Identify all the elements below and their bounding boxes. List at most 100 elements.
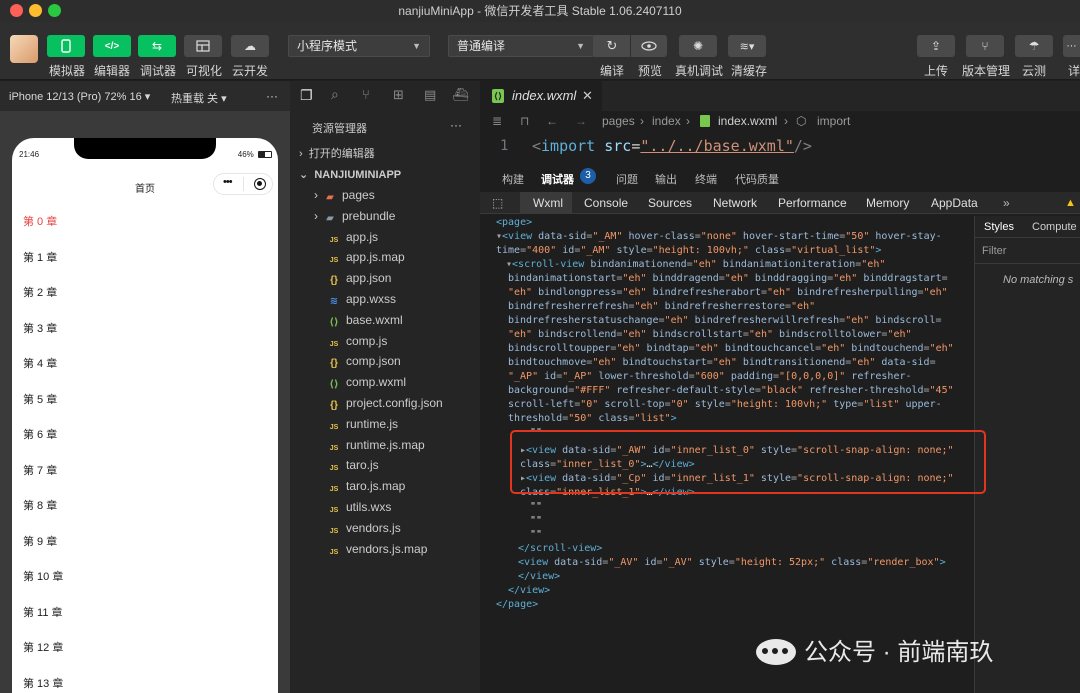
node-text[interactable]: "" xyxy=(530,528,542,542)
open-editors-section[interactable]: › 打开的编辑器 xyxy=(299,144,375,164)
debugger-toggle-button[interactable]: ⇆ xyxy=(138,35,176,57)
styles-filter[interactable]: Filter xyxy=(975,238,1080,264)
file-item[interactable]: JS app.js xyxy=(328,227,378,247)
tab-problems[interactable]: 问题 xyxy=(616,171,638,187)
node-scroll-view[interactable]: ▾<scroll-view bindanimationend="eh" bind… xyxy=(506,258,885,272)
file-item[interactable]: {} app.json xyxy=(328,268,391,288)
simulator-more-button[interactable]: ··· xyxy=(266,89,278,103)
chapter-item[interactable]: 第 5 章 xyxy=(23,391,57,407)
avatar[interactable] xyxy=(10,35,38,63)
bookmark-icon[interactable]: ⊓ xyxy=(520,111,529,131)
extensions-icon[interactable]: ⊞ xyxy=(393,87,404,103)
node-page-close[interactable]: </page> xyxy=(496,598,538,612)
editor-toggle-button[interactable]: </> xyxy=(93,35,131,57)
node-view-close[interactable]: </view> xyxy=(508,584,550,598)
files-icon[interactable]: ❐ xyxy=(300,87,313,104)
breadcrumb-file[interactable]: index.wxml xyxy=(718,111,777,131)
file-item[interactable]: ≋ app.wxss xyxy=(328,289,396,309)
hot-reload-select[interactable]: 热重载 关 ▾ xyxy=(171,90,227,106)
subtab-console[interactable]: Console xyxy=(584,192,628,214)
tab-build[interactable]: 构建 xyxy=(502,171,524,187)
file-item[interactable]: JS runtime.js xyxy=(328,414,398,434)
close-miniapp-icon[interactable] xyxy=(254,178,266,190)
file-item[interactable]: JS utils.wxs xyxy=(328,497,392,517)
node-page-open[interactable]: <page> xyxy=(496,216,532,230)
node-view-virtual-list[interactable]: ▾<view data-sid="_AM" hover-class="none"… xyxy=(496,230,942,244)
chapter-item[interactable]: 第 13 章 xyxy=(23,675,63,691)
breadcrumb-symbol[interactable]: import xyxy=(817,111,850,131)
chapter-item[interactable]: 第 0 章 xyxy=(23,213,57,229)
chapter-item[interactable]: 第 3 章 xyxy=(23,320,57,336)
explorer-more-button[interactable]: ··· xyxy=(450,118,462,132)
subtab-memory[interactable]: Memory xyxy=(866,192,909,214)
chapter-item[interactable]: 第 11 章 xyxy=(23,604,63,620)
chapter-item[interactable]: 第 6 章 xyxy=(23,426,57,442)
visual-toggle-button[interactable] xyxy=(184,35,222,57)
file-item[interactable]: JS vendors.js.map xyxy=(328,539,428,559)
compile-button[interactable]: ↻ xyxy=(594,35,630,57)
subtab-performance[interactable]: Performance xyxy=(778,192,847,214)
warning-icon[interactable]: ▲ xyxy=(1065,192,1076,214)
file-item[interactable]: JS comp.js xyxy=(328,331,388,351)
details-button[interactable]: ⋯ xyxy=(1063,35,1080,57)
node-text[interactable]: "" xyxy=(530,514,542,528)
minimize-window-button[interactable] xyxy=(29,4,42,17)
real-device-debug-button[interactable]: ✺ xyxy=(679,35,717,57)
subtab-appdata[interactable]: AppData xyxy=(931,192,978,214)
preview-button[interactable] xyxy=(631,35,667,57)
file-item[interactable]: › ▰ pages xyxy=(314,185,375,205)
storage-icon[interactable]: ▤ xyxy=(424,87,436,103)
version-button[interactable]: ⑂ xyxy=(966,35,1004,57)
chapter-item[interactable]: 第 2 章 xyxy=(23,284,57,300)
node-view-close[interactable]: </view> xyxy=(518,570,560,584)
chapter-item[interactable]: 第 8 章 xyxy=(23,497,57,513)
zoom-window-button[interactable] xyxy=(48,4,61,17)
overflow-icon[interactable]: » xyxy=(1003,192,1010,214)
chapter-item[interactable]: 第 10 章 xyxy=(23,568,63,584)
code-text[interactable]: <import src="../../base.wxml"/> xyxy=(532,133,812,159)
file-item[interactable]: ⟨⟩ base.wxml xyxy=(328,310,402,330)
tab-computed[interactable]: Compute xyxy=(1032,221,1077,233)
chapter-item[interactable]: 第 1 章 xyxy=(23,249,57,265)
file-item[interactable]: JS app.js.map xyxy=(328,247,405,267)
filter-input[interactable]: Filter xyxy=(982,245,1006,257)
more-dots-icon[interactable]: ••• xyxy=(223,176,233,188)
list-icon[interactable]: ≣ xyxy=(492,111,502,131)
back-arrow-icon[interactable]: ← xyxy=(546,111,558,131)
mode-select[interactable]: 小程序模式 ▼ xyxy=(288,35,430,57)
capsule-menu[interactable]: ••• xyxy=(213,173,273,195)
clear-cache-button[interactable]: ≋▾ xyxy=(728,35,766,57)
subtab-network[interactable]: Network xyxy=(713,192,757,214)
chapter-item[interactable]: 第 7 章 xyxy=(23,462,57,478)
simulator-toggle-button[interactable] xyxy=(47,35,85,57)
breadcrumb-index[interactable]: index xyxy=(652,111,681,131)
forward-arrow-icon[interactable]: → xyxy=(575,111,587,131)
file-item[interactable]: {} comp.json xyxy=(328,351,401,371)
file-item[interactable]: JS taro.js.map xyxy=(328,476,406,496)
chapter-item[interactable]: 第 4 章 xyxy=(23,355,57,371)
tab-index-wxml[interactable]: ⟨⟩ index.wxml ✕ xyxy=(480,81,602,111)
breadcrumb-pages[interactable]: pages xyxy=(602,111,635,131)
tab-terminal[interactable]: 终端 xyxy=(695,171,717,187)
project-section[interactable]: ⌄ NANJIUMINIAPP xyxy=(299,165,401,185)
search-icon[interactable]: ⌕ xyxy=(331,86,339,103)
code-line[interactable]: 1 <import src="../../base.wxml"/> xyxy=(480,133,1080,159)
node-view-render-box[interactable]: <view data-sid="_AV" id="_AV" style="hei… xyxy=(518,556,946,570)
close-window-button[interactable] xyxy=(10,4,23,17)
subtab-wxml-active[interactable]: Wxml xyxy=(520,192,572,214)
source-control-icon[interactable]: ⑂ xyxy=(362,87,370,102)
tab-output[interactable]: 输出 xyxy=(655,171,677,187)
subtab-sources[interactable]: Sources xyxy=(648,192,692,214)
file-item[interactable]: JS vendors.js xyxy=(328,518,401,538)
chapter-item[interactable]: 第 12 章 xyxy=(23,639,63,655)
file-item[interactable]: › ▰ prebundle xyxy=(314,206,395,226)
file-item[interactable]: JS taro.js xyxy=(328,455,379,475)
close-tab-icon[interactable]: ✕ xyxy=(582,81,593,111)
device-select[interactable]: iPhone 12/13 (Pro) 72% 16 ▾ xyxy=(9,90,150,103)
node-scroll-view-close[interactable]: </scroll-view> xyxy=(518,542,602,556)
chapter-item[interactable]: 第 9 章 xyxy=(23,533,57,549)
tab-styles[interactable]: Styles xyxy=(984,221,1014,233)
file-item[interactable]: ⟨⟩ comp.wxml xyxy=(328,372,406,392)
inspect-icon[interactable]: ⬚ xyxy=(492,192,503,214)
compile-select[interactable]: 普通编译 ▼ xyxy=(448,35,594,57)
